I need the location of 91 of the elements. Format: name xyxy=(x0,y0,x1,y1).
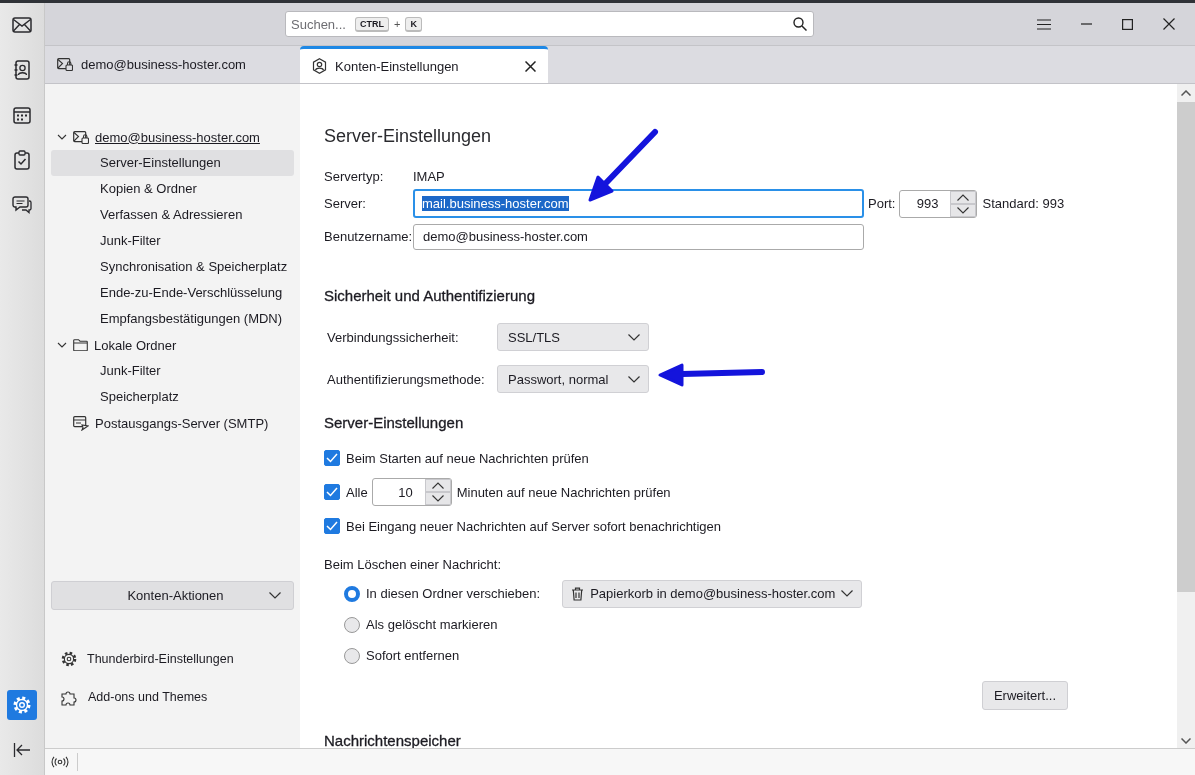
radio-button[interactable] xyxy=(344,585,360,602)
page-title: Server-Einstellungen xyxy=(324,126,493,147)
field-label: Verbindungssicherheit: xyxy=(327,329,460,345)
checkbox-label[interactable]: Beim Starten auf neue Nachrichten prüfen xyxy=(346,450,589,466)
scrollbar-thumb[interactable] xyxy=(1177,102,1195,592)
outbox-icon xyxy=(73,415,89,431)
group-label: Beim Löschen einer Nachricht: xyxy=(324,557,503,572)
spin-down-button[interactable] xyxy=(424,492,451,505)
radio-label[interactable]: In diesen Ordner verschieben: xyxy=(366,586,541,601)
chevron-icon[interactable] xyxy=(628,333,640,341)
online-status-icon[interactable] xyxy=(51,756,69,768)
checkbox-label[interactable]: Alle xyxy=(346,484,368,500)
search-placeholder: Suchen... xyxy=(291,16,346,32)
tab[interactable]: Konten-Einstellungen xyxy=(300,46,548,83)
tree-item[interactable]: Junk-Filter xyxy=(51,358,294,384)
folder-dropdown[interactable]: Papierkorb in demo@business-hoster.com xyxy=(562,579,863,608)
default-port-text: Standard: 993 xyxy=(982,196,1065,211)
settings-link[interactable]: Add-ons und Themes xyxy=(61,688,294,706)
settings-link[interactable]: Thunderbird-Einstellungen xyxy=(61,650,294,668)
tree-item[interactable]: Junk-Filter xyxy=(51,228,294,254)
envelope-icon[interactable] xyxy=(12,17,32,33)
tree-item[interactable]: Speicherplatz xyxy=(51,384,294,410)
trash-icon xyxy=(571,586,585,601)
tree-item[interactable]: Lokale Ordner xyxy=(51,332,294,358)
tree-item[interactable]: demo@business-hoster.com xyxy=(51,124,294,150)
field-label: Server: xyxy=(324,196,367,211)
scroll-up-icon[interactable] xyxy=(1181,90,1191,96)
checkbox-label: Minuten auf neue Nachrichten prüfen xyxy=(456,484,671,500)
mail-lock-icon xyxy=(73,130,89,144)
close-tab-icon[interactable] xyxy=(525,60,536,72)
chevron-icon[interactable] xyxy=(57,132,67,142)
checkbox[interactable] xyxy=(324,450,340,466)
dropdown[interactable]: Passwort, normal xyxy=(497,365,649,393)
tree-item[interactable]: Kopien & Ordner xyxy=(51,176,294,202)
tab[interactable]: demo@business-hoster.com xyxy=(45,46,300,83)
clipboard-check-icon[interactable] xyxy=(14,150,30,170)
key-joiner: + xyxy=(393,18,401,30)
folder-icon xyxy=(73,339,88,351)
port-field[interactable]: 993 xyxy=(899,189,978,218)
field-label: Authentifizierungsmethode: xyxy=(327,371,486,387)
field-label: Port: xyxy=(868,196,896,211)
spin-up-button[interactable] xyxy=(424,479,451,492)
tree-item[interactable]: Empfangsbestätigungen (MDN) xyxy=(51,306,294,332)
puzzle-icon[interactable] xyxy=(61,688,78,706)
chevron-icon[interactable] xyxy=(57,340,67,350)
search-field[interactable]: Suchen... CTRL + K xyxy=(285,11,814,37)
checkbox[interactable] xyxy=(324,518,340,534)
field-label: Benutzername: xyxy=(324,229,413,244)
username-field[interactable]: demo@business-hoster.com xyxy=(413,223,864,250)
chevron-icon[interactable] xyxy=(841,590,854,597)
chevron-up-icon[interactable] xyxy=(431,482,444,489)
address-book-icon[interactable] xyxy=(14,60,30,80)
scroll-down-icon[interactable] xyxy=(1181,738,1191,744)
dropdown[interactable]: SSL/TLS xyxy=(497,323,649,351)
tree-item[interactable]: Ende-zu-Ende-Verschlüsselung xyxy=(51,280,294,306)
checkbox[interactable] xyxy=(324,484,340,500)
account-actions-button[interactable]: Konten-Aktionen xyxy=(51,581,294,610)
collapse-arrow-icon[interactable] xyxy=(13,742,31,758)
advanced-button[interactable]: Erweitert... xyxy=(981,681,1068,710)
checkbox-label[interactable]: Bei Eingang neuer Nachrichten auf Server sofort benachrichtigen xyxy=(346,518,722,534)
radio-label[interactable]: Sofort entfernen xyxy=(366,648,460,663)
search-icon[interactable] xyxy=(793,17,807,31)
section-heading: Server-Einstellungen xyxy=(324,414,465,431)
minutes-field[interactable]: 10 xyxy=(371,478,452,506)
close-icon[interactable] xyxy=(1163,18,1175,30)
spin-up-button[interactable] xyxy=(950,190,977,204)
shortcut-key: K xyxy=(405,16,422,32)
shortcut-key: CTRL xyxy=(354,16,389,32)
chat-icon[interactable] xyxy=(12,196,32,214)
server-type-value: IMAP xyxy=(413,168,445,184)
chevron-down-icon[interactable] xyxy=(957,206,970,214)
tree-item[interactable]: Server-Einstellungen xyxy=(51,150,294,176)
chevron-icon[interactable] xyxy=(628,375,640,383)
chevron-up-icon[interactable] xyxy=(957,193,970,201)
calendar-icon[interactable] xyxy=(13,106,31,124)
field-label: Servertyp: xyxy=(324,168,385,184)
tree-item[interactable]: Synchronisation & Speicherplatz xyxy=(51,254,294,280)
menu-icon[interactable] xyxy=(1037,18,1051,30)
account-icon xyxy=(312,58,327,74)
radio-button[interactable] xyxy=(344,616,360,633)
chevron-icon[interactable] xyxy=(269,592,281,599)
chevron-down-icon[interactable] xyxy=(431,495,444,502)
gear-icon[interactable] xyxy=(61,651,77,667)
section-heading: Sicherheit und Authentifizierung xyxy=(324,287,536,304)
radio-label[interactable]: Als gelöscht markieren xyxy=(366,617,498,632)
mail-lock-icon xyxy=(57,58,73,71)
maximize-icon[interactable] xyxy=(1122,18,1133,30)
tree-item[interactable]: Verfassen & Adressieren xyxy=(51,202,294,228)
server-field[interactable]: mail.business-hoster.com xyxy=(413,189,864,218)
tree-item[interactable]: Postausgangs-Server (SMTP) xyxy=(51,410,294,436)
radio-button[interactable] xyxy=(344,647,360,664)
